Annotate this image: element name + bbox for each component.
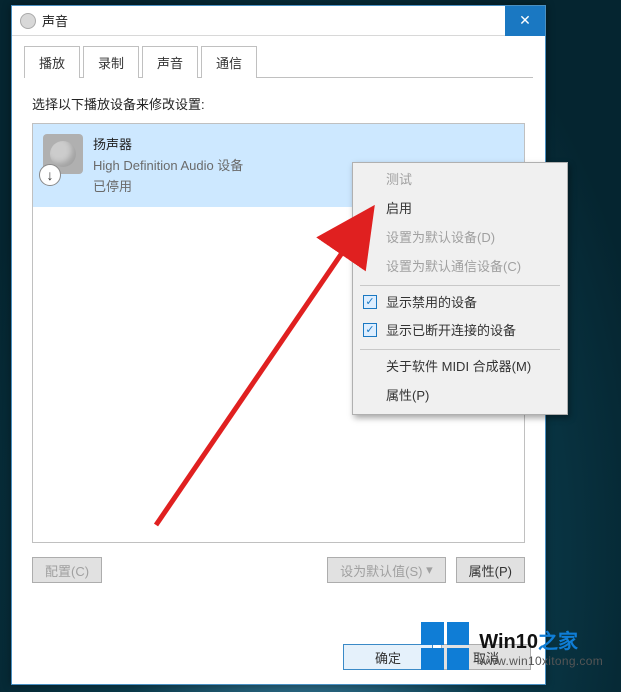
window-title: 声音: [42, 11, 68, 30]
ctx-separator: [360, 349, 560, 350]
watermark-brand: Win10之家: [479, 625, 603, 654]
tab-sounds[interactable]: 声音: [142, 46, 198, 78]
sound-app-icon: [20, 13, 36, 29]
ok-button[interactable]: 确定: [343, 644, 433, 670]
tab-recording[interactable]: 录制: [83, 46, 139, 78]
device-text: 扬声器 High Definition Audio 设备 已停用: [93, 134, 243, 195]
ctx-midi-about[interactable]: 关于软件 MIDI 合成器(M): [356, 353, 564, 382]
content-description: 选择以下播放设备来修改设置:: [32, 94, 525, 113]
titlebar[interactable]: 声音 ✕: [12, 6, 545, 36]
tabbar: 播放 录制 声音 通信: [12, 36, 545, 78]
device-context-menu: 测试 启用 设置为默认设备(D) 设置为默认通信设备(C) ✓ 显示禁用的设备 …: [352, 162, 568, 415]
device-status-badge-icon: ↓: [39, 164, 61, 186]
windows-logo-icon: [421, 622, 469, 670]
properties-button[interactable]: 属性(P): [456, 557, 525, 583]
ctx-set-default[interactable]: 设置为默认设备(D): [356, 224, 564, 253]
device-button-row: 配置(C) 设为默认值(S) ▾ 属性(P): [32, 557, 525, 583]
ctx-test[interactable]: 测试: [356, 166, 564, 195]
ctx-separator: [360, 285, 560, 286]
ctx-properties[interactable]: 属性(P): [356, 382, 564, 411]
watermark: Win10之家 www.win10xitong.com: [421, 622, 603, 670]
speaker-icon: ↓: [43, 134, 83, 174]
ctx-enable[interactable]: 启用: [356, 195, 564, 224]
device-driver: High Definition Audio 设备: [93, 155, 243, 174]
configure-button[interactable]: 配置(C): [32, 557, 102, 583]
device-name: 扬声器: [93, 134, 243, 153]
check-icon: ✓: [363, 295, 377, 309]
set-default-button[interactable]: 设为默认值(S) ▾: [327, 557, 445, 583]
ctx-show-disconnected[interactable]: ✓ 显示已断开连接的设备: [356, 317, 564, 346]
ctx-set-default-comm[interactable]: 设置为默认通信设备(C): [356, 253, 564, 282]
watermark-url: www.win10xitong.com: [479, 654, 603, 668]
check-icon: ✓: [363, 323, 377, 337]
ctx-show-disabled[interactable]: ✓ 显示禁用的设备: [356, 289, 564, 318]
tab-playback[interactable]: 播放: [24, 46, 80, 78]
close-button[interactable]: ✕: [505, 6, 545, 36]
tab-communications[interactable]: 通信: [201, 46, 257, 78]
device-status: 已停用: [93, 176, 243, 195]
